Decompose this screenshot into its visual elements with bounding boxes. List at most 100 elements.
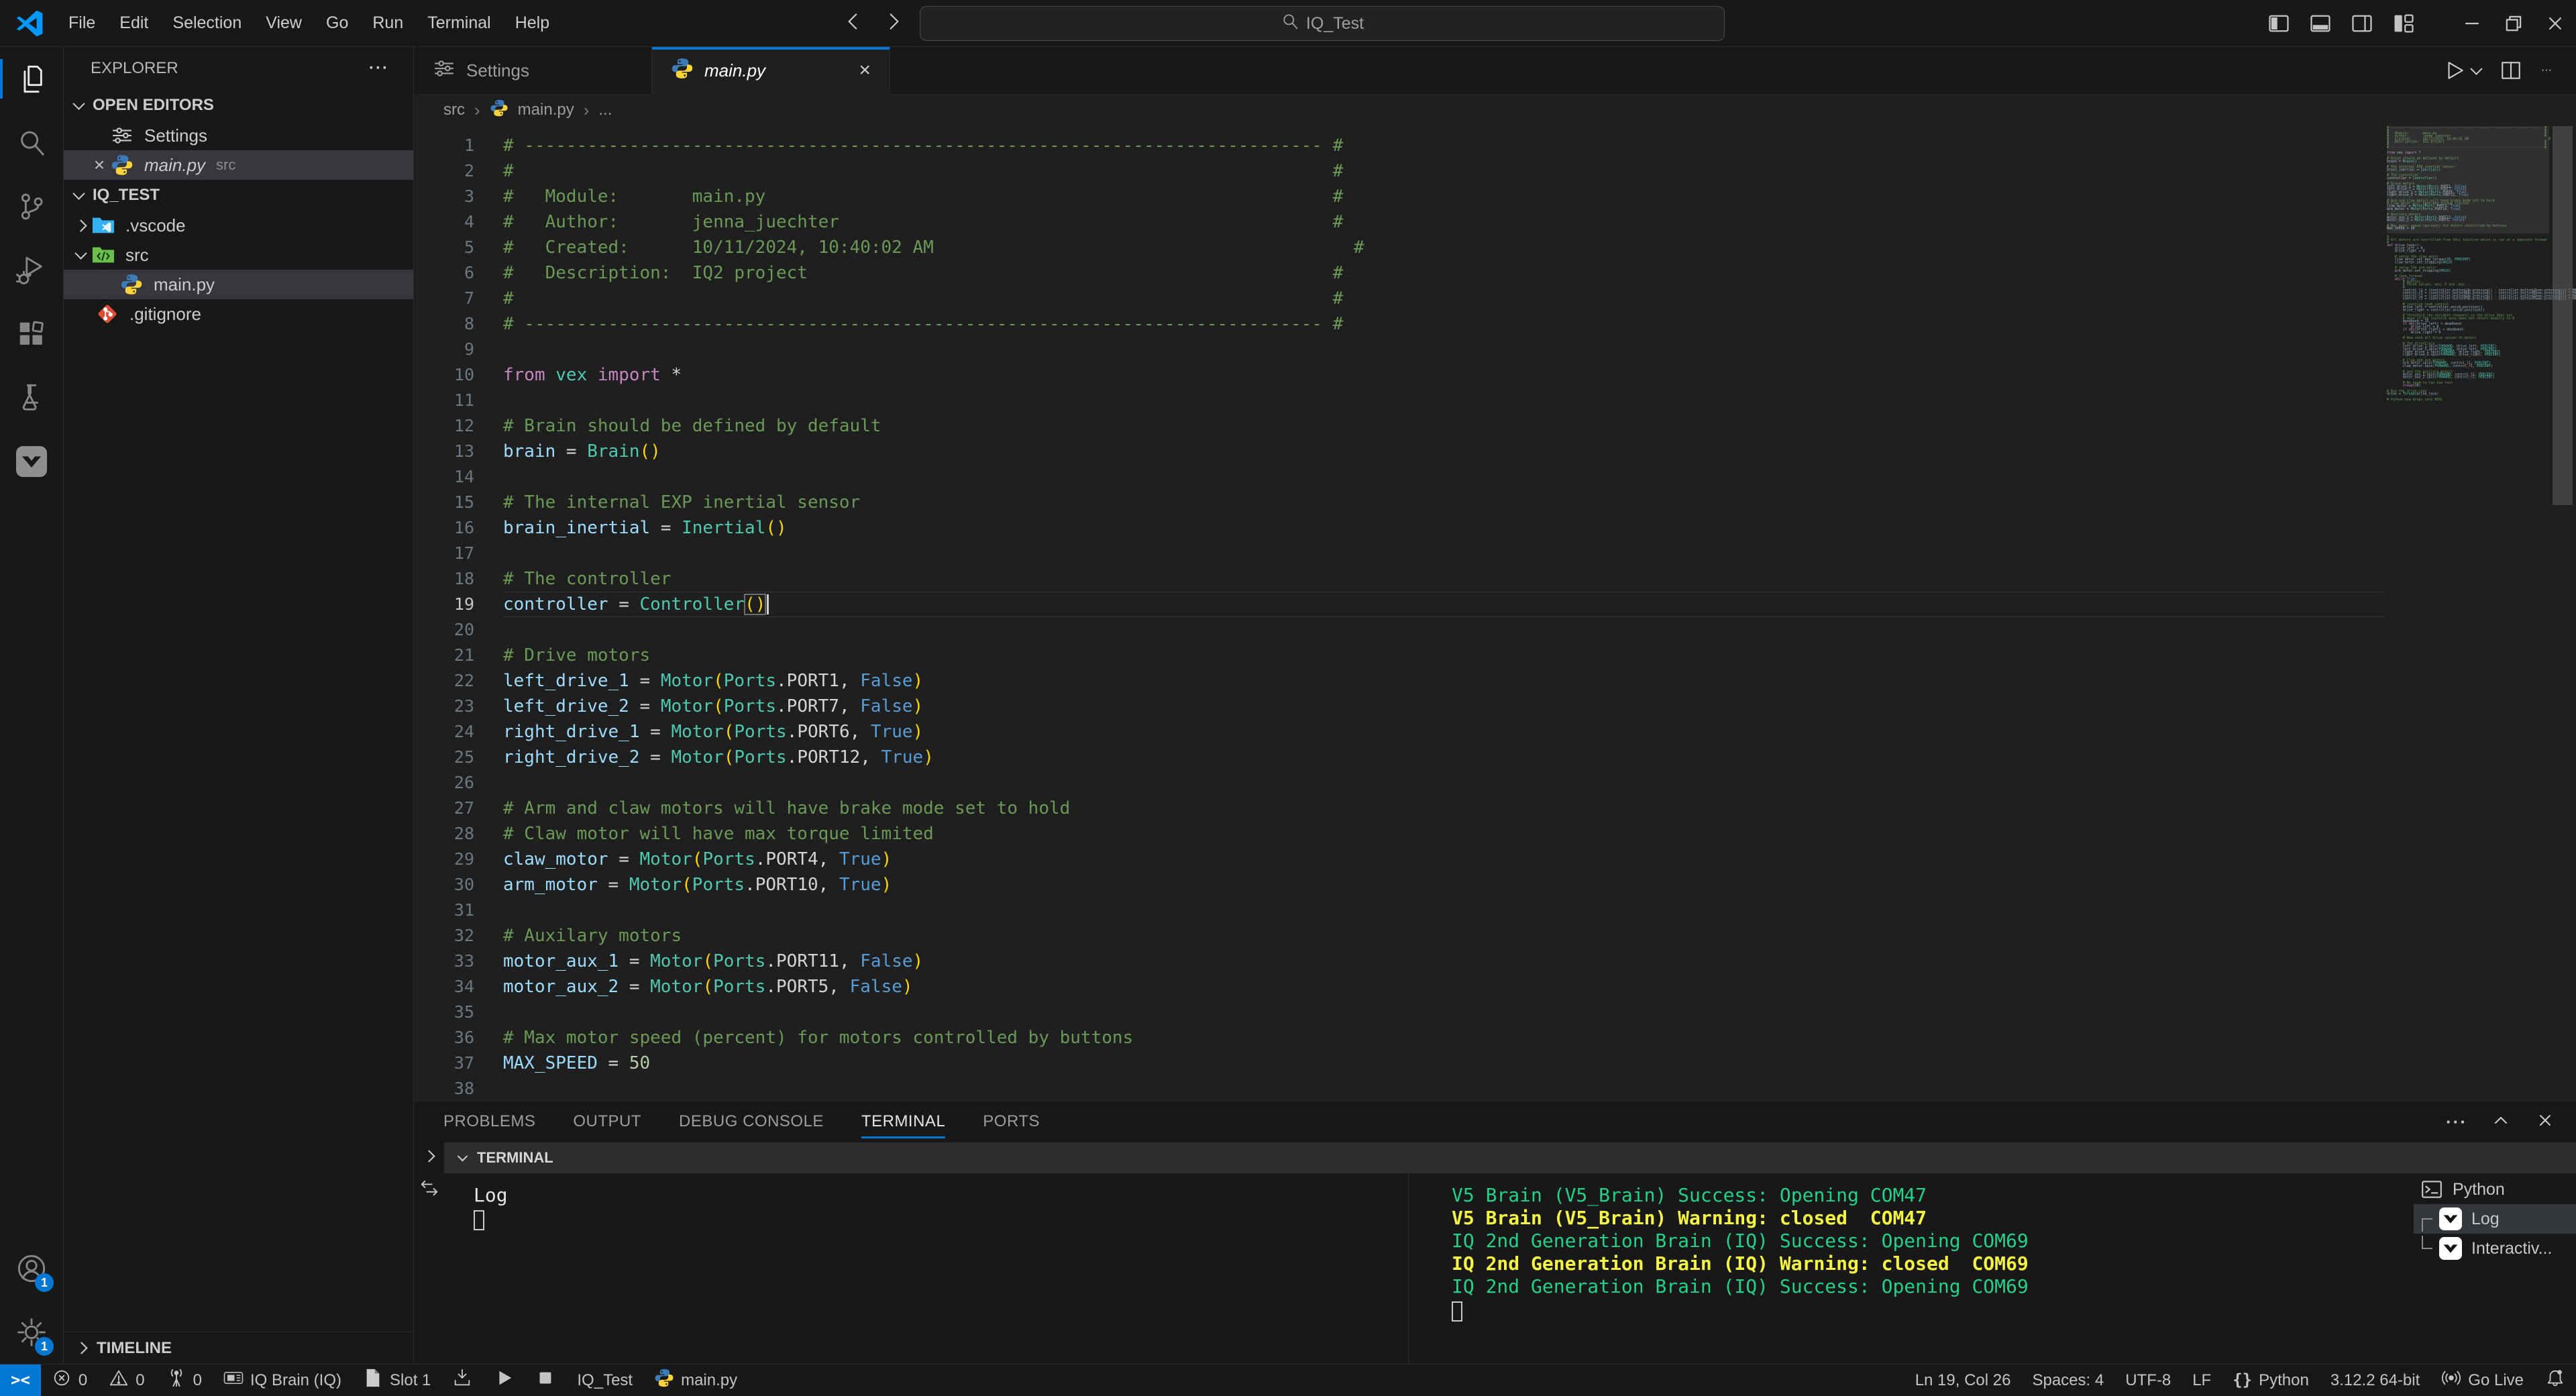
activity-manage[interactable]: 1 (0, 1300, 63, 1364)
activity-run-and-debug[interactable] (0, 238, 63, 302)
tab-main.py[interactable]: main.py× (652, 47, 890, 94)
code-line-21[interactable]: 21# Drive motors (414, 643, 2576, 668)
editor-scrollbar[interactable] (2549, 126, 2576, 1100)
command-center-search[interactable]: IQ_Test (920, 6, 1725, 41)
status-notifications[interactable] (2534, 1364, 2576, 1396)
menu-view[interactable]: View (254, 7, 314, 40)
menu-terminal[interactable]: Terminal (415, 7, 502, 40)
status-encoding[interactable]: UTF-8 (2114, 1364, 2182, 1396)
code-line-18[interactable]: 18# The controller (414, 566, 2576, 592)
activity-source-control[interactable] (0, 174, 63, 238)
activity-extensions[interactable] (0, 302, 63, 366)
breadcrumb-item[interactable]: src (443, 101, 465, 119)
code-line-34[interactable]: 34motor_aux_2 = Motor(Ports.PORT5, False… (414, 974, 2576, 1000)
terminal-item-Interactiv...[interactable]: Interactiv... (2414, 1234, 2576, 1263)
status-vex-stop[interactable] (525, 1364, 566, 1396)
terminal-pane-log[interactable]: Log (444, 1173, 1409, 1364)
code-line-2[interactable]: 2# # (414, 158, 2576, 184)
status-project-name[interactable]: IQ_Test (566, 1364, 643, 1396)
code-line-33[interactable]: 33motor_aux_1 = Motor(Ports.PORT11, Fals… (414, 949, 2576, 974)
code-line-38[interactable]: 38 (414, 1076, 2576, 1100)
status-problems-errors[interactable]: 0 (41, 1364, 98, 1396)
menu-file[interactable]: File (56, 7, 107, 40)
minimap[interactable]: # --------------------------------------… (2387, 126, 2549, 1100)
activity-explorer[interactable] (0, 47, 63, 111)
code-line-9[interactable]: 9 (414, 337, 2576, 362)
menu-help[interactable]: Help (503, 7, 561, 40)
code-line-30[interactable]: 30arm_motor = Motor(Ports.PORT10, True) (414, 872, 2576, 898)
code-line-8[interactable]: 8# -------------------------------------… (414, 311, 2576, 337)
status-vex-radio[interactable]: 0 (156, 1364, 213, 1396)
activity-search[interactable] (0, 111, 63, 174)
activity-vex[interactable] (0, 429, 63, 493)
status-active-file[interactable]: main.py (643, 1364, 748, 1396)
restore-button[interactable] (2493, 0, 2534, 47)
code-line-3[interactable]: 3# Module: main.py # (414, 184, 2576, 209)
code-line-19[interactable]: 19controller = Controller() (414, 592, 2576, 617)
status-remote-indicator[interactable]: >< (0, 1364, 41, 1396)
code-line-5[interactable]: 5# Created: 10/11/2024, 10:40:02 AM # (414, 235, 2576, 260)
code-line-32[interactable]: 32# Auxilary motors (414, 923, 2576, 949)
close-button[interactable] (2534, 0, 2576, 47)
code-line-35[interactable]: 35 (414, 1000, 2576, 1025)
code-line-12[interactable]: 12# Brain should be defined by default (414, 413, 2576, 439)
status-indentation[interactable]: Spaces: 4 (2021, 1364, 2114, 1396)
timeline-section[interactable]: TIMELINE (64, 1332, 413, 1364)
panel-tab-output[interactable]: OUTPUT (573, 1101, 641, 1142)
run-file-icon[interactable] (2443, 59, 2481, 82)
code-line-24[interactable]: 24right_drive_1 = Motor(Ports.PORT6, Tru… (414, 719, 2576, 745)
code-line-37[interactable]: 37MAX_SPEED = 50 (414, 1051, 2576, 1076)
code-line-6[interactable]: 6# Description: IQ2 project # (414, 260, 2576, 286)
status-vex-slot[interactable]: Slot 1 (352, 1364, 441, 1396)
editor-scrollbar-thumb[interactable] (2553, 126, 2573, 505)
more-actions-icon[interactable]: ··· (2446, 1112, 2467, 1132)
code-line-28[interactable]: 28# Claw motor will have max torque limi… (414, 821, 2576, 847)
code-editor[interactable]: 1# -------------------------------------… (414, 126, 2576, 1100)
status-vex-download[interactable] (441, 1364, 483, 1396)
panel-tab-terminal[interactable]: TERMINAL (861, 1101, 945, 1142)
close-panel-icon[interactable] (2534, 1110, 2556, 1134)
code-line-15[interactable]: 15# The internal EXP inertial sensor (414, 490, 2576, 515)
project-root[interactable]: IQ_TEST (64, 180, 413, 211)
sidebar-more-icon[interactable]: ··· (369, 59, 389, 78)
code-line-17[interactable]: 17 (414, 541, 2576, 566)
minimize-button[interactable] (2451, 0, 2493, 47)
menu-edit[interactable]: Edit (107, 7, 160, 40)
code-line-36[interactable]: 36# Max motor speed (percent) for motors… (414, 1025, 2576, 1051)
code-line-22[interactable]: 22left_drive_1 = Motor(Ports.PORT1, Fals… (414, 668, 2576, 694)
layout-sidebar-right-button[interactable] (2341, 0, 2383, 47)
open-editor-Settings[interactable]: Settings (64, 121, 413, 150)
menu-go[interactable]: Go (314, 7, 360, 40)
status-eol[interactable]: LF (2182, 1364, 2222, 1396)
close-icon[interactable]: × (859, 59, 871, 82)
chevron-right-icon[interactable] (423, 1150, 435, 1162)
code-line-11[interactable]: 11 (414, 388, 2576, 413)
open-editor-main.py[interactable]: ×main.pysrc (64, 150, 413, 180)
menu-selection[interactable]: Selection (160, 7, 254, 40)
close-icon[interactable]: × (88, 154, 111, 176)
activity-testing[interactable] (0, 366, 63, 429)
code-line-4[interactable]: 4# Author: jenna_juechter # (414, 209, 2576, 235)
open-editors-header[interactable]: OPEN EDITORS (64, 90, 413, 121)
tab-Settings[interactable]: Settings (414, 47, 652, 94)
terminal-item-Log[interactable]: Log (2414, 1204, 2576, 1234)
code-line-10[interactable]: 10from vex import * (414, 362, 2576, 388)
code-line-7[interactable]: 7# # (414, 286, 2576, 311)
code-line-23[interactable]: 23left_drive_2 = Motor(Ports.PORT7, Fals… (414, 694, 2576, 719)
activity-accounts[interactable]: 1 (0, 1236, 63, 1300)
code-line-20[interactable]: 20 (414, 617, 2576, 643)
status-language-mode[interactable]: {}Python (2222, 1364, 2320, 1396)
code-line-16[interactable]: 16brain_inertial = Inertial() (414, 515, 2576, 541)
terminal-item-Python[interactable]: Python (2414, 1175, 2576, 1204)
layout-sidebar-left-button[interactable] (2258, 0, 2300, 47)
code-line-29[interactable]: 29claw_motor = Motor(Ports.PORT4, True) (414, 847, 2576, 872)
breadcrumb-item[interactable]: main.py (518, 101, 574, 119)
terminal-pane-output[interactable]: V5 Brain (V5_Brain) Success: Opening COM… (1409, 1173, 2414, 1364)
code-line-1[interactable]: 1# -------------------------------------… (414, 133, 2576, 158)
status-cursor-position[interactable]: Ln 19, Col 26 (1904, 1364, 2022, 1396)
status-go-live[interactable]: Go Live (2430, 1364, 2534, 1396)
code-line-13[interactable]: 13brain = Brain() (414, 439, 2576, 464)
tree-item-src[interactable]: src (64, 240, 413, 270)
history-back-icon[interactable] (842, 10, 865, 36)
menu-run[interactable]: Run (360, 7, 415, 40)
